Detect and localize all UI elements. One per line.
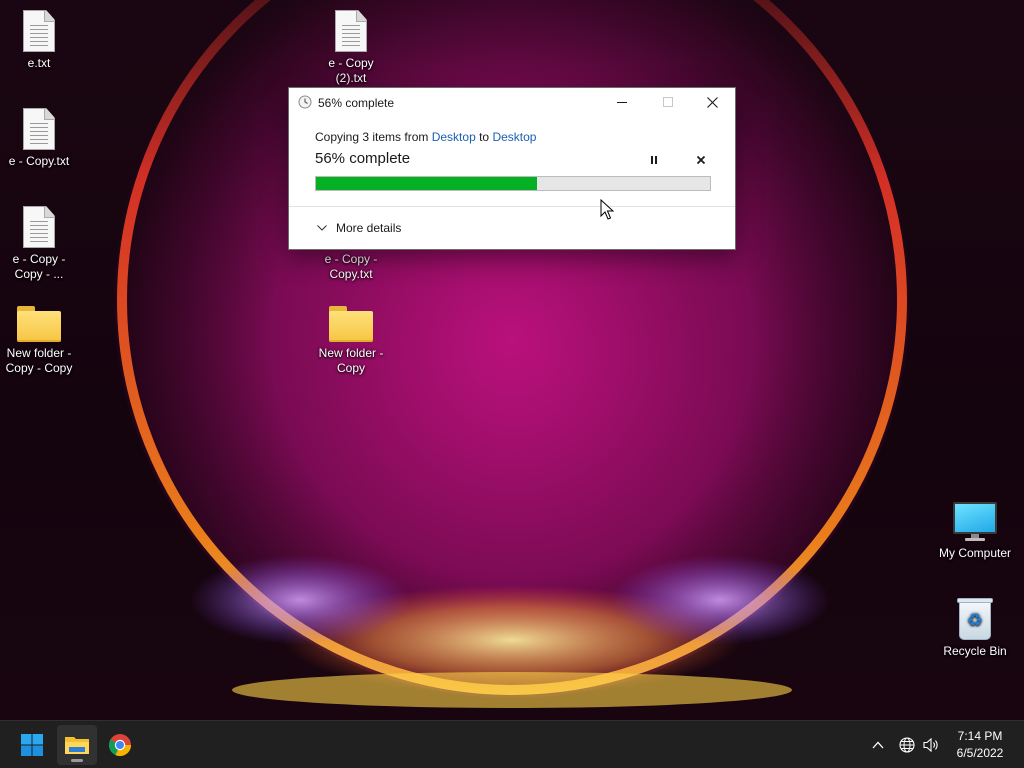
text-file-icon [335, 10, 367, 52]
progress-status: 56% complete [315, 150, 411, 167]
pause-button[interactable] [644, 152, 664, 168]
network-button[interactable] [897, 735, 917, 755]
network-globe-icon [899, 737, 915, 753]
more-details-toggle[interactable]: More details [317, 219, 401, 237]
desktop-icon-label: e - Copy - Copy - ... [12, 252, 66, 281]
desktop-icon-e-copy-2-txt[interactable]: e - Copy (2).txt [312, 10, 390, 86]
text-file-icon [23, 10, 55, 52]
show-hidden-icons-button[interactable] [868, 735, 888, 755]
taskbar: 7:14 PM 6/5/2022 [0, 720, 1024, 768]
pause-icon [651, 156, 657, 164]
desktop-icon-label: Recycle Bin [943, 644, 1007, 658]
desktop-icon-label: e - Copy (2).txt [328, 56, 374, 85]
desktop-icon-label: e - Copy.txt [8, 154, 70, 168]
desktop-icon-recycle-bin[interactable]: ♻ Recycle Bin [936, 596, 1014, 659]
destination-link[interactable]: Desktop [492, 130, 536, 144]
copy-progress-dialog: 56% complete Copying 3 items from Deskto… [288, 87, 736, 250]
folder-icon [329, 306, 373, 342]
progress-bar [315, 176, 711, 191]
more-details-label: More details [336, 221, 402, 235]
folder-icon [17, 306, 61, 342]
chevron-down-icon [317, 225, 327, 231]
file-explorer-taskbar-button[interactable] [57, 725, 97, 765]
chrome-taskbar-button[interactable] [100, 725, 140, 765]
maximize-icon [663, 97, 673, 107]
cancel-icon [696, 155, 706, 165]
desktop-icon-label: e - Copy - Copy.txt [324, 252, 378, 281]
chevron-up-icon [872, 741, 884, 749]
start-button[interactable] [12, 725, 52, 765]
mouse-pointer-icon [600, 199, 614, 220]
desktop-icon-label: New folder - Copy - Copy [5, 346, 73, 375]
dialog-divider [289, 206, 735, 207]
copy-description: Copying 3 items from Desktop to Desktop [315, 130, 536, 144]
desktop-icon-my-computer[interactable]: My Computer [936, 502, 1014, 561]
volume-button[interactable] [921, 735, 941, 755]
desktop-icon-label: e.txt [27, 56, 51, 70]
clock-icon [298, 95, 312, 109]
file-explorer-icon [65, 737, 89, 754]
chrome-icon [108, 734, 132, 757]
minimize-icon [617, 102, 627, 103]
speaker-icon [923, 737, 938, 753]
text-file-icon [23, 206, 55, 248]
clock-time: 7:14 PM [957, 729, 1003, 743]
source-link[interactable]: Desktop [432, 130, 476, 144]
taskbar-clock[interactable]: 7:14 PM 6/5/2022 [944, 728, 1016, 762]
copy-prefix: Copying 3 items from [315, 130, 429, 144]
running-indicator [71, 759, 83, 762]
close-icon [706, 96, 718, 108]
desktop-icon-e-copy-txt[interactable]: e - Copy.txt [0, 108, 78, 169]
desktop-icon-label: My Computer [938, 546, 1012, 560]
windows-start-icon [21, 734, 43, 756]
desktop-icon-e-txt[interactable]: e.txt [0, 10, 78, 71]
dialog-titlebar[interactable]: 56% complete [289, 88, 735, 116]
minimize-button[interactable] [599, 88, 645, 116]
desktop-icon-e-copy-copy[interactable]: e - Copy - Copy - ... [0, 206, 78, 282]
clock-date: 6/5/2022 [956, 746, 1004, 760]
progress-bar-fill [316, 177, 537, 190]
monitor-icon [953, 502, 997, 542]
maximize-button [645, 88, 691, 116]
to-word: to [479, 130, 490, 144]
desktop-icon-label: New folder - Copy [318, 346, 384, 375]
close-button[interactable] [689, 88, 735, 116]
recycle-bin-icon: ♻ [957, 596, 993, 640]
dialog-title: 56% complete [318, 96, 395, 110]
desktop-icon-new-folder-copy-copy[interactable]: New folder - Copy - Copy [0, 306, 78, 376]
text-file-icon [23, 108, 55, 150]
cancel-copy-button[interactable] [691, 152, 711, 168]
desktop-icon-new-folder-copy[interactable]: New folder - Copy [312, 306, 390, 376]
